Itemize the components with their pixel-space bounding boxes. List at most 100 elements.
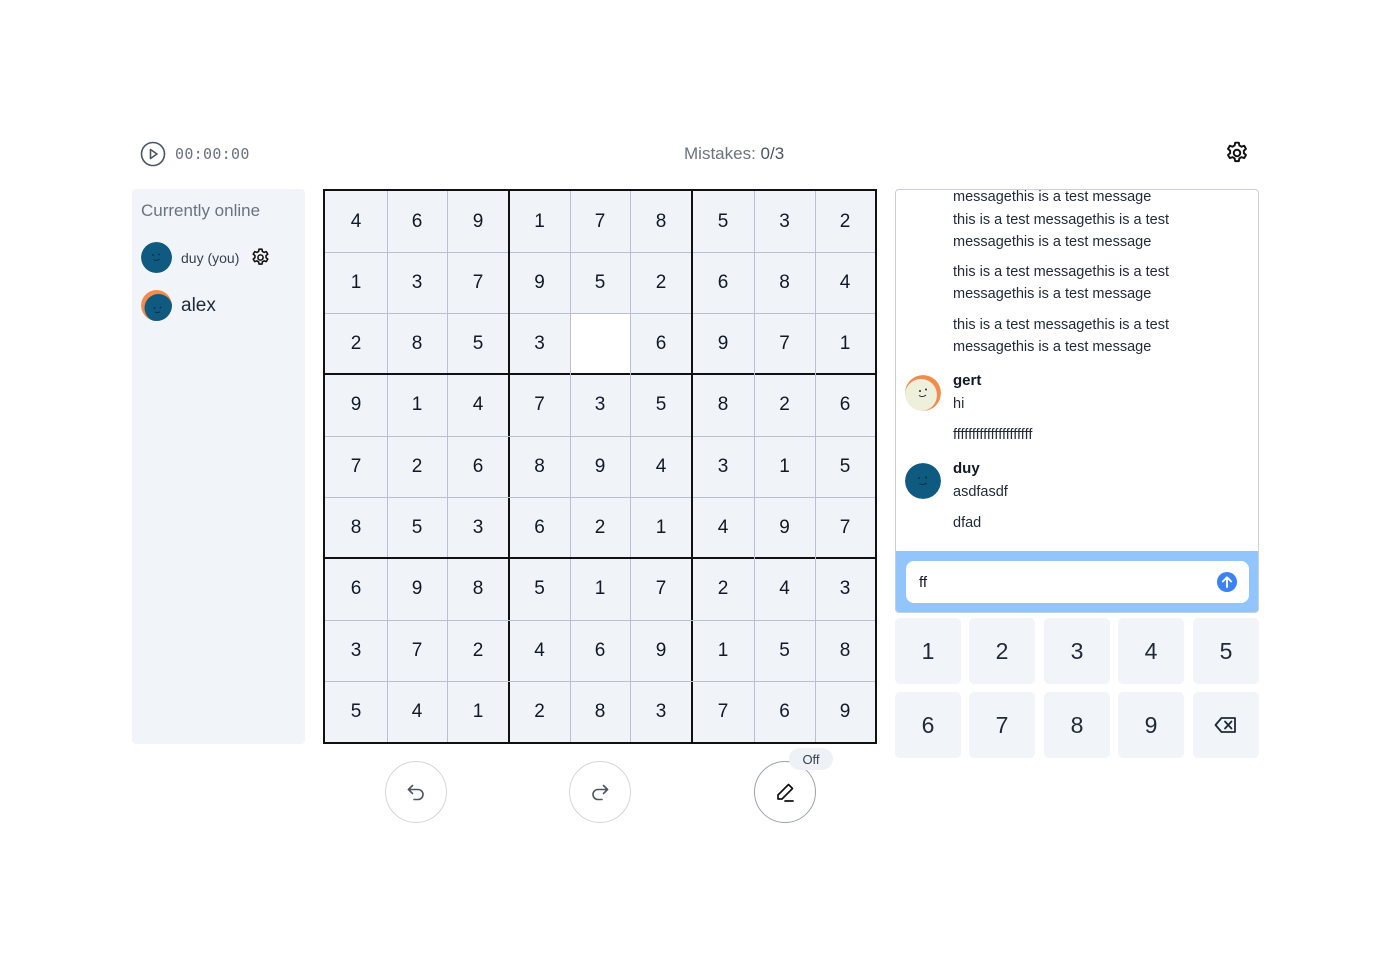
sudoku-cell[interactable]: 1	[447, 681, 509, 742]
sudoku-cell[interactable]: 8	[630, 191, 692, 252]
sudoku-cell[interactable]: 5	[570, 252, 630, 313]
send-arrow-icon[interactable]	[1216, 571, 1238, 593]
sudoku-cell[interactable]: 1	[815, 313, 875, 374]
sudoku-cell[interactable]: 7	[387, 620, 447, 681]
numpad-key-5[interactable]: 5	[1193, 618, 1259, 684]
sudoku-cell[interactable]: 9	[570, 436, 630, 497]
sudoku-cell[interactable]: 2	[509, 681, 570, 742]
sudoku-cell[interactable]: 7	[692, 681, 754, 742]
sudoku-cell[interactable]: 6	[815, 374, 875, 436]
numpad-key-8[interactable]: 8	[1044, 692, 1110, 758]
sudoku-cell[interactable]: 2	[447, 620, 509, 681]
sudoku-cell[interactable]: 1	[630, 497, 692, 558]
sudoku-cell[interactable]: 6	[447, 436, 509, 497]
sudoku-cell[interactable]: 7	[447, 252, 509, 313]
undo-button[interactable]	[385, 761, 447, 823]
numpad-key-4[interactable]: 4	[1118, 618, 1184, 684]
sudoku-cell[interactable]: 5	[754, 620, 815, 681]
sudoku-cell[interactable]: 3	[325, 620, 387, 681]
sudoku-cell[interactable]: 6	[387, 191, 447, 252]
chat-messages[interactable]: this is a test messagethis is a test mes…	[896, 190, 1258, 551]
numpad-key-7[interactable]: 7	[969, 692, 1035, 758]
sudoku-cell[interactable]: 7	[754, 313, 815, 374]
sudoku-cell[interactable]: 8	[815, 620, 875, 681]
numpad-backspace-button[interactable]	[1193, 692, 1259, 758]
sudoku-cell[interactable]: 7	[570, 191, 630, 252]
sudoku-cell[interactable]: 4	[692, 497, 754, 558]
timer[interactable]: 00:00:00	[140, 141, 250, 167]
sudoku-cell[interactable]: 2	[570, 497, 630, 558]
sudoku-cell[interactable]: 8	[325, 497, 387, 558]
sudoku-cell[interactable]: 8	[692, 374, 754, 436]
sudoku-cell[interactable]: 9	[692, 313, 754, 374]
sudoku-cell[interactable]: 4	[447, 374, 509, 436]
sudoku-cell[interactable]: 2	[754, 374, 815, 436]
sudoku-cell[interactable]: 6	[509, 497, 570, 558]
sudoku-cell[interactable]: 4	[815, 252, 875, 313]
sudoku-cell[interactable]: 4	[630, 436, 692, 497]
user-settings-gear-icon[interactable]	[250, 247, 271, 268]
sudoku-cell[interactable]: 5	[692, 191, 754, 252]
sudoku-cell[interactable]: 2	[387, 436, 447, 497]
play-icon[interactable]	[140, 141, 166, 167]
sudoku-cell[interactable]: 9	[447, 191, 509, 252]
sudoku-cell[interactable]: 3	[387, 252, 447, 313]
sudoku-cell[interactable]: 1	[387, 374, 447, 436]
sudoku-cell[interactable]: 2	[630, 252, 692, 313]
sudoku-cell[interactable]: 9	[815, 681, 875, 742]
sudoku-cell[interactable]: 3	[509, 313, 570, 374]
sudoku-cell[interactable]: 9	[325, 374, 387, 436]
sudoku-cell[interactable]: 4	[754, 558, 815, 620]
sudoku-cell[interactable]: 3	[754, 191, 815, 252]
numpad-key-9[interactable]: 9	[1118, 692, 1184, 758]
sudoku-cell[interactable]: 7	[509, 374, 570, 436]
sudoku-cell[interactable]: 7	[630, 558, 692, 620]
sudoku-cell[interactable]	[570, 313, 630, 374]
sudoku-cell[interactable]: 5	[815, 436, 875, 497]
sudoku-cell[interactable]: 7	[325, 436, 387, 497]
sudoku-cell[interactable]: 9	[509, 252, 570, 313]
sudoku-cell[interactable]: 5	[509, 558, 570, 620]
sudoku-cell[interactable]: 8	[570, 681, 630, 742]
sudoku-cell[interactable]: 9	[387, 558, 447, 620]
numpad-key-6[interactable]: 6	[895, 692, 961, 758]
settings-gear-icon[interactable]	[1224, 140, 1250, 166]
sudoku-cell[interactable]: 1	[325, 252, 387, 313]
sudoku-cell[interactable]: 4	[387, 681, 447, 742]
sudoku-cell[interactable]: 5	[630, 374, 692, 436]
sudoku-cell[interactable]: 2	[815, 191, 875, 252]
sudoku-cell[interactable]: 4	[325, 191, 387, 252]
sudoku-cell[interactable]: 2	[692, 558, 754, 620]
sudoku-cell[interactable]: 8	[754, 252, 815, 313]
sudoku-cell[interactable]: 8	[387, 313, 447, 374]
sudoku-cell[interactable]: 3	[815, 558, 875, 620]
sudoku-cell[interactable]: 9	[754, 497, 815, 558]
sudoku-cell[interactable]: 6	[570, 620, 630, 681]
numpad-key-1[interactable]: 1	[895, 618, 961, 684]
sudoku-cell[interactable]: 1	[754, 436, 815, 497]
numpad-key-2[interactable]: 2	[969, 618, 1035, 684]
sudoku-cell[interactable]: 5	[447, 313, 509, 374]
pencil-notes-button[interactable]	[754, 761, 816, 823]
sudoku-cell[interactable]: 2	[325, 313, 387, 374]
sudoku-cell[interactable]: 9	[630, 620, 692, 681]
sudoku-cell[interactable]: 1	[509, 191, 570, 252]
sudoku-cell[interactable]: 3	[630, 681, 692, 742]
redo-button[interactable]	[569, 761, 631, 823]
sudoku-cell[interactable]: 7	[815, 497, 875, 558]
sudoku-cell[interactable]: 8	[447, 558, 509, 620]
sudoku-cell[interactable]: 6	[754, 681, 815, 742]
numpad-key-3[interactable]: 3	[1044, 618, 1110, 684]
sudoku-cell[interactable]: 1	[570, 558, 630, 620]
sudoku-cell[interactable]: 3	[570, 374, 630, 436]
sudoku-cell[interactable]: 3	[692, 436, 754, 497]
sudoku-cell[interactable]: 1	[692, 620, 754, 681]
sudoku-cell[interactable]: 6	[325, 558, 387, 620]
chat-input[interactable]	[906, 561, 1249, 603]
sudoku-cell[interactable]: 4	[509, 620, 570, 681]
sudoku-cell[interactable]: 6	[692, 252, 754, 313]
sudoku-cell[interactable]: 6	[630, 313, 692, 374]
sudoku-cell[interactable]: 5	[387, 497, 447, 558]
sudoku-cell[interactable]: 3	[447, 497, 509, 558]
sudoku-cell[interactable]: 5	[325, 681, 387, 742]
